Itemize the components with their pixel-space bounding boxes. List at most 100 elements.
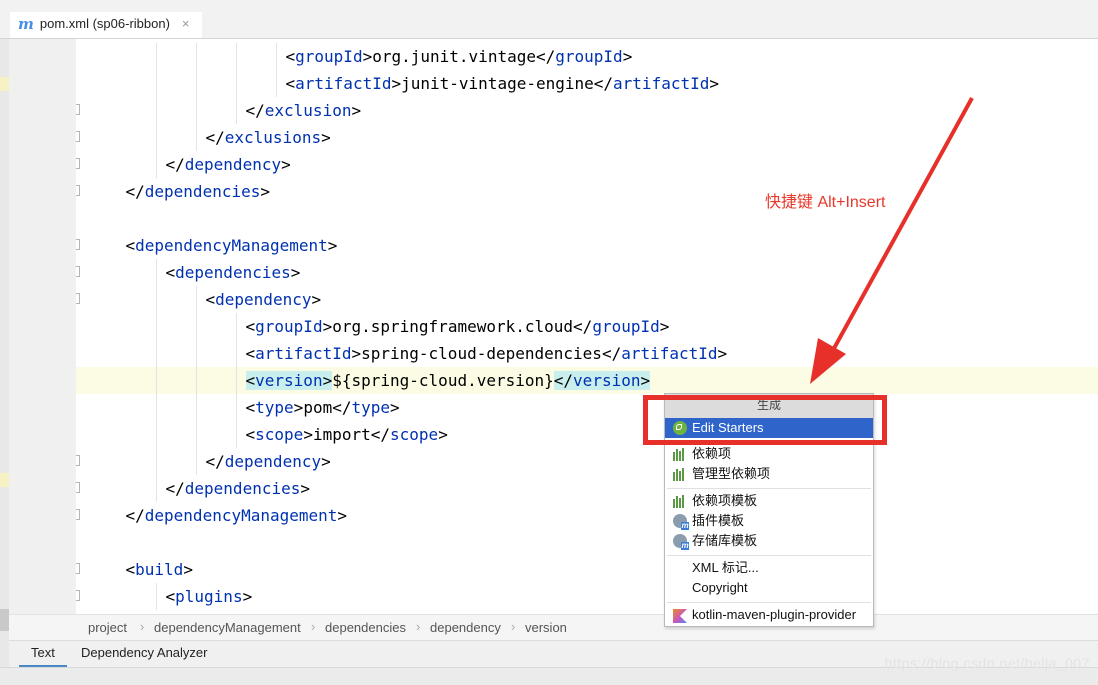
code-line: 65<version>${spring-cloud.version}</vers… xyxy=(76,367,1098,394)
xml-tag-name: version xyxy=(255,371,323,390)
indent-guide xyxy=(155,583,157,610)
maven-plugin-icon xyxy=(673,534,689,550)
indent-guide xyxy=(195,286,197,313)
code-text: <dependencyManagement> xyxy=(125,236,338,255)
indent-guide xyxy=(155,340,157,367)
fold-marker-icon[interactable] xyxy=(76,185,80,196)
indent-guide xyxy=(235,313,237,340)
watermark: https://blog.csdn.net/helja_007 xyxy=(884,655,1090,671)
xml-value: org.springframework.cloud xyxy=(332,317,574,336)
indent-guide xyxy=(235,421,237,448)
code-editor[interactable]: 53<groupId>org.junit.vintage</groupId>54… xyxy=(76,39,1098,614)
menu-item-dependency[interactable]: 依赖项 xyxy=(665,444,873,464)
close-tag: </artifactId> xyxy=(601,344,728,363)
indent-guide xyxy=(195,124,197,151)
scroll-thumb[interactable] xyxy=(0,609,9,631)
xml-tag-name: groupId xyxy=(555,47,623,66)
change-marker xyxy=(0,473,9,487)
fold-marker-icon[interactable] xyxy=(76,131,80,142)
xml-tag-name: groupId xyxy=(592,317,660,336)
close-tag: </groupId> xyxy=(535,47,633,66)
close-tag: </version> xyxy=(553,371,651,390)
breadcrumb-item[interactable]: dependencyManagement xyxy=(154,620,301,635)
xml-tag-name: artifactId xyxy=(295,74,392,93)
tab-dependency-analyzer[interactable]: Dependency Analyzer xyxy=(69,641,219,668)
indent-guide xyxy=(235,43,237,70)
left-tool-strip xyxy=(0,39,9,684)
fold-marker-icon[interactable] xyxy=(76,266,80,277)
dependency-bars-icon xyxy=(673,447,687,461)
open-tag: <groupId> xyxy=(245,317,333,336)
close-icon[interactable]: × xyxy=(182,16,190,31)
xml-tag-name: dependencies xyxy=(175,263,291,282)
xml-tag-name: version xyxy=(573,371,641,390)
close-tag: </scope> xyxy=(370,425,448,444)
dependency-bars-icon xyxy=(673,494,687,508)
indent-guide xyxy=(195,70,197,97)
indent-guide xyxy=(195,421,197,448)
tab-text[interactable]: Text xyxy=(19,641,67,668)
menu-item-xml-tag[interactable]: XML 标记... xyxy=(665,558,873,578)
indent-guide xyxy=(155,313,157,340)
code-text: <scope>import</scope> xyxy=(246,421,448,448)
xml-tag-name: exclusions xyxy=(224,128,322,147)
file-tab[interactable]: m pom.xml (sp06-ribbon) × xyxy=(10,12,202,38)
fold-marker-icon[interactable] xyxy=(76,590,80,601)
code-line: 58</dependencies> xyxy=(76,178,1098,205)
breadcrumb-separator-icon: › xyxy=(416,619,421,634)
indent-guide xyxy=(235,340,237,367)
fold-marker-icon[interactable] xyxy=(76,455,80,466)
fold-marker-icon[interactable] xyxy=(76,293,80,304)
indent-guide xyxy=(235,70,237,97)
close-tag: </groupId> xyxy=(573,317,670,336)
dependency-bars-icon xyxy=(673,467,687,481)
code-line: 68</dependency> xyxy=(76,448,1098,475)
maven-plugin-icon xyxy=(673,514,689,530)
close-tag: </artifactId> xyxy=(593,74,719,93)
code-text: <dependency> xyxy=(205,290,322,309)
code-line: 59 xyxy=(76,205,1098,232)
code-line: 57</dependency> xyxy=(76,151,1098,178)
menu-item-kotlin-provider[interactable]: kotlin-maven-plugin-provider xyxy=(665,605,873,625)
menu-item-dependency-template[interactable]: 依赖项模板 xyxy=(665,491,873,511)
menu-item-copyright[interactable]: Copyright xyxy=(665,578,873,598)
change-marker xyxy=(0,77,9,91)
fold-marker-icon[interactable] xyxy=(76,563,80,574)
indent-guide xyxy=(155,124,157,151)
indent-guide xyxy=(155,286,157,313)
breadcrumb-item[interactable]: dependencies xyxy=(325,620,406,635)
xml-tag-name: dependencyManagement xyxy=(144,506,338,525)
indent-guide xyxy=(155,97,157,124)
indent-guide xyxy=(195,97,197,124)
fold-marker-icon[interactable] xyxy=(76,509,80,520)
breadcrumb-separator-icon: › xyxy=(311,619,316,634)
code-text: <plugins> xyxy=(165,587,253,606)
fold-marker-icon[interactable] xyxy=(76,239,80,250)
menu-item-repository-template[interactable]: 存储库模板 xyxy=(665,531,873,551)
code-line: 60<dependencyManagement> xyxy=(76,232,1098,259)
kotlin-icon xyxy=(673,609,687,623)
breadcrumb: project › dependencyManagement › dependencie… xyxy=(9,614,1098,641)
menu-item-managed-dependency[interactable]: 管理型依赖项 xyxy=(665,464,873,484)
indent-guide xyxy=(275,70,277,97)
indent-guide xyxy=(195,43,197,70)
code-text: <type>pom</type> xyxy=(246,394,400,421)
indent-guide xyxy=(155,394,157,421)
open-tag: <groupId> xyxy=(285,47,373,66)
fold-marker-icon[interactable] xyxy=(76,104,80,115)
fold-marker-icon[interactable] xyxy=(76,158,80,169)
breadcrumb-item[interactable]: project xyxy=(88,620,127,635)
xml-value: import xyxy=(312,425,371,444)
fold-marker-icon[interactable] xyxy=(76,482,80,493)
xml-value: junit-vintage-engine xyxy=(401,74,594,93)
breadcrumb-item[interactable]: version xyxy=(525,620,567,635)
menu-item-plugin-template[interactable]: 插件模板 xyxy=(665,511,873,531)
code-line: 53<groupId>org.junit.vintage</groupId> xyxy=(76,43,1098,70)
code-text: <groupId>org.junit.vintage</groupId> xyxy=(286,43,633,70)
code-line: 73<plugins> xyxy=(76,583,1098,610)
xml-value: org.junit.vintage xyxy=(372,47,536,66)
code-line: 61<dependencies> xyxy=(76,259,1098,286)
code-text: </exclusions> xyxy=(205,128,331,147)
breadcrumb-item[interactable]: dependency xyxy=(430,620,501,635)
xml-tag-name: dependencies xyxy=(184,479,301,498)
